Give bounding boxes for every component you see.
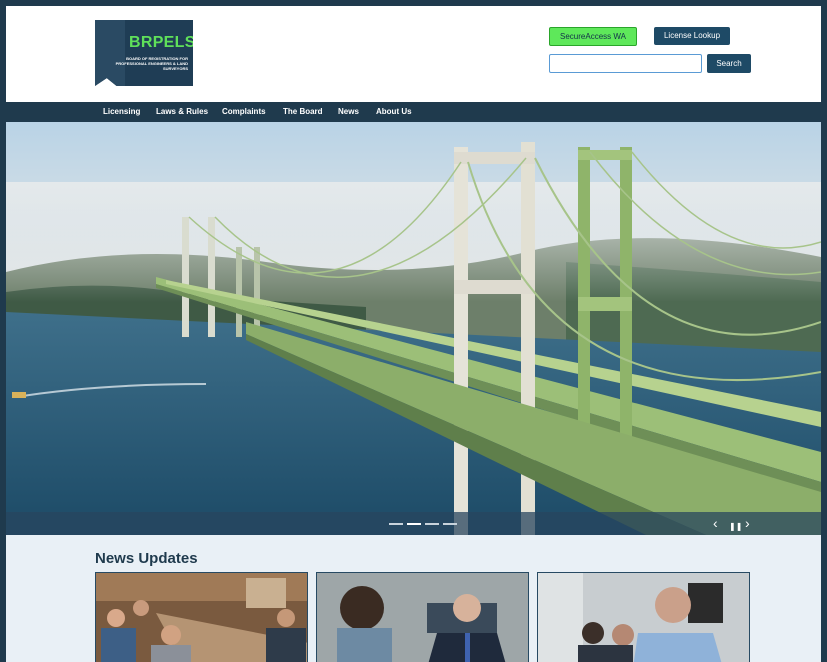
news-section: News Updates (6, 535, 821, 662)
slide-indicator-4[interactable] (443, 523, 457, 525)
nav-laws-rules[interactable]: Laws & Rules (156, 102, 208, 122)
presenter-photo (538, 573, 749, 662)
secure-access-button[interactable]: SecureAccess WA (549, 27, 637, 46)
nav-licensing[interactable]: Licensing (103, 102, 140, 122)
speaker-photo (317, 573, 528, 662)
logo-shape (95, 20, 125, 86)
news-card-2[interactable] (316, 572, 529, 662)
page-frame: BRPELS BOARD OF REGISTRATION FOR PROFESS… (6, 6, 821, 662)
nav-news[interactable]: News (338, 102, 359, 122)
news-card-1[interactable] (95, 572, 308, 662)
site-header: BRPELS BOARD OF REGISTRATION FOR PROFESS… (6, 6, 821, 102)
news-title: News Updates (95, 550, 198, 567)
slide-indicator-3[interactable] (425, 523, 439, 525)
bridge-photo (6, 122, 821, 535)
hero-carousel: ‹ ❚❚ › (6, 122, 821, 535)
carousel-controls-bar: ‹ ❚❚ › (6, 512, 821, 535)
nav-complaints[interactable]: Complaints (222, 102, 266, 122)
brpels-logo[interactable]: BRPELS BOARD OF REGISTRATION FOR PROFESS… (95, 20, 193, 86)
slide-indicator-2[interactable] (407, 523, 421, 525)
nav-the-board[interactable]: The Board (283, 102, 323, 122)
slide-indicator-1[interactable] (389, 523, 403, 525)
license-lookup-button[interactable]: License Lookup (654, 27, 730, 45)
logo-title: BRPELS (129, 34, 196, 51)
prev-slide-icon[interactable]: ‹ (713, 515, 718, 531)
nav-about-us[interactable]: About Us (376, 102, 412, 122)
meeting-photo (96, 573, 307, 662)
main-nav: Licensing Laws & Rules Complaints The Bo… (6, 102, 821, 122)
search-button[interactable]: Search (707, 54, 751, 73)
next-slide-icon[interactable]: › (745, 515, 750, 531)
pause-icon[interactable]: ❚❚ (729, 519, 742, 535)
logo-subtitle: BOARD OF REGISTRATION FOR PROFESSIONAL E… (115, 56, 188, 71)
search-input[interactable] (549, 54, 702, 73)
news-card-3[interactable] (537, 572, 750, 662)
